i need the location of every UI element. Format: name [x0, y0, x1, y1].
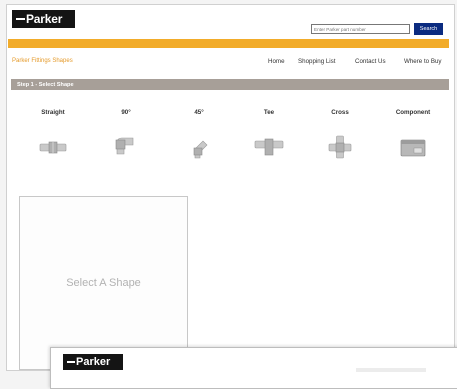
search-button[interactable]: Search: [414, 23, 443, 35]
breadcrumb-brand-link[interactable]: Parker Fittings Shapes: [12, 58, 73, 64]
preview-placeholder-text: Select A Shape: [66, 277, 141, 289]
overlapping-browser-window[interactable]: Parker: [50, 347, 457, 389]
elbow-90-fitting-icon[interactable]: [113, 134, 135, 156]
part-number-search-input[interactable]: [311, 24, 410, 34]
nav-home-link[interactable]: Home: [268, 58, 285, 65]
shape-label-cross[interactable]: Cross: [331, 109, 349, 116]
parker-logo[interactable]: Parker: [12, 10, 75, 28]
shape-label-straight[interactable]: Straight: [41, 109, 64, 116]
elbow-45-fitting-icon[interactable]: [189, 137, 209, 159]
nav-shopping-list-link[interactable]: Shopping List: [298, 58, 336, 65]
logo-dash-icon: [16, 18, 25, 20]
overlay-search-field[interactable]: [356, 368, 426, 372]
straight-fitting-icon[interactable]: [39, 140, 67, 154]
component-box-icon[interactable]: [400, 138, 426, 158]
nav-contact-us-link[interactable]: Contact Us: [355, 58, 386, 65]
shape-label-component[interactable]: Component: [396, 109, 430, 116]
step-title: Step 1 - Select Shape: [17, 81, 74, 88]
shape-preview-panel: Select A Shape: [19, 196, 188, 370]
shape-label-45[interactable]: 45°: [194, 109, 203, 116]
logo-text: Parker: [26, 12, 63, 26]
logo-text-secondary: Parker: [76, 356, 111, 368]
logo-dash-icon: [67, 361, 75, 363]
orange-accent-bar: [8, 39, 449, 48]
shape-label-90[interactable]: 90°: [121, 109, 130, 116]
step-header-bar: Step 1 - Select Shape: [11, 79, 449, 90]
nav-where-to-buy-link[interactable]: Where to Buy: [404, 58, 442, 65]
parker-logo-secondary[interactable]: Parker: [63, 354, 123, 370]
shape-label-tee[interactable]: Tee: [264, 109, 274, 116]
cross-fitting-icon[interactable]: [328, 135, 352, 159]
tee-fitting-icon[interactable]: [254, 136, 284, 156]
